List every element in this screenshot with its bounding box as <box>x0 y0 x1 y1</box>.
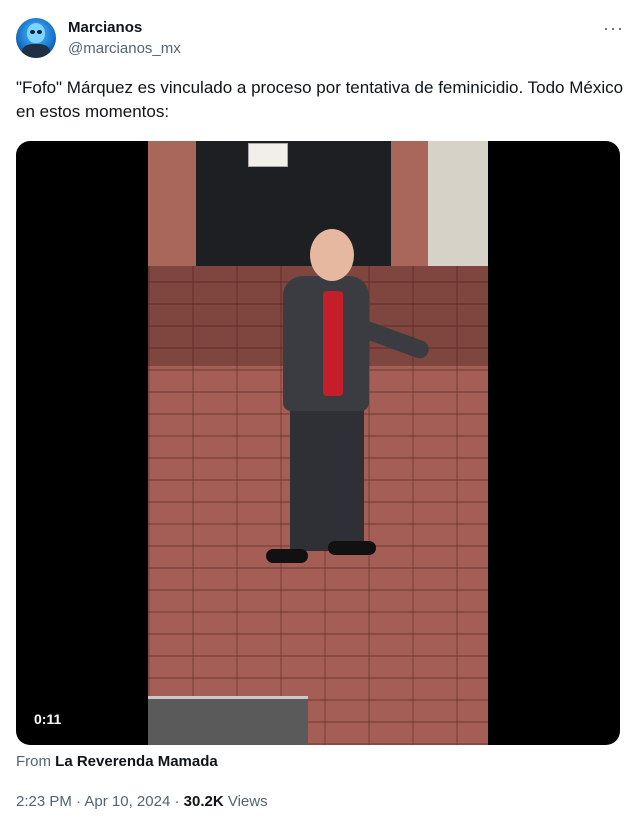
graffiti-pillar <box>428 141 488 266</box>
tweet-header: Marcianos @marcianos_mx ··· <box>16 14 624 64</box>
meta-separator: · <box>76 793 82 810</box>
media-attribution: From La Reverenda Mamada <box>16 753 218 770</box>
door-sign <box>248 143 288 167</box>
alien-eye-left <box>30 30 35 34</box>
alien-eye-right <box>37 30 42 34</box>
tweet-meta: 2:23 PM · Apr 10, 2024 · 30.2K Views <box>16 793 268 810</box>
video-player[interactable]: 0:11 <box>16 141 620 745</box>
video-duration: 0:11 <box>34 711 62 727</box>
author-name[interactable]: Marcianos <box>68 19 142 36</box>
tweet-time[interactable]: 2:23 PM <box>16 793 72 810</box>
tweet-date[interactable]: Apr 10, 2024 <box>84 793 170 810</box>
person-tie <box>323 291 343 396</box>
views-label: Views <box>227 793 268 810</box>
video-frame <box>148 141 488 745</box>
person-head <box>310 229 354 281</box>
alien-body-shape <box>22 44 50 58</box>
person-shoe-left <box>266 549 308 563</box>
background-door <box>196 141 391 266</box>
more-options-icon[interactable]: ··· <box>603 18 624 39</box>
person-shoe-right <box>328 541 376 555</box>
views-count: 30.2K <box>183 793 224 810</box>
attribution-source-link[interactable]: La Reverenda Mamada <box>55 753 218 770</box>
tweet-text: "Fofo" Márquez es vinculado a proceso po… <box>16 78 624 121</box>
foreground-box <box>148 696 308 745</box>
author-handle[interactable]: @marcianos_mx <box>68 40 181 57</box>
person-legs <box>290 401 364 551</box>
attribution-prefix: From <box>16 753 51 770</box>
meta-separator: · <box>174 793 180 810</box>
avatar[interactable] <box>16 18 56 58</box>
